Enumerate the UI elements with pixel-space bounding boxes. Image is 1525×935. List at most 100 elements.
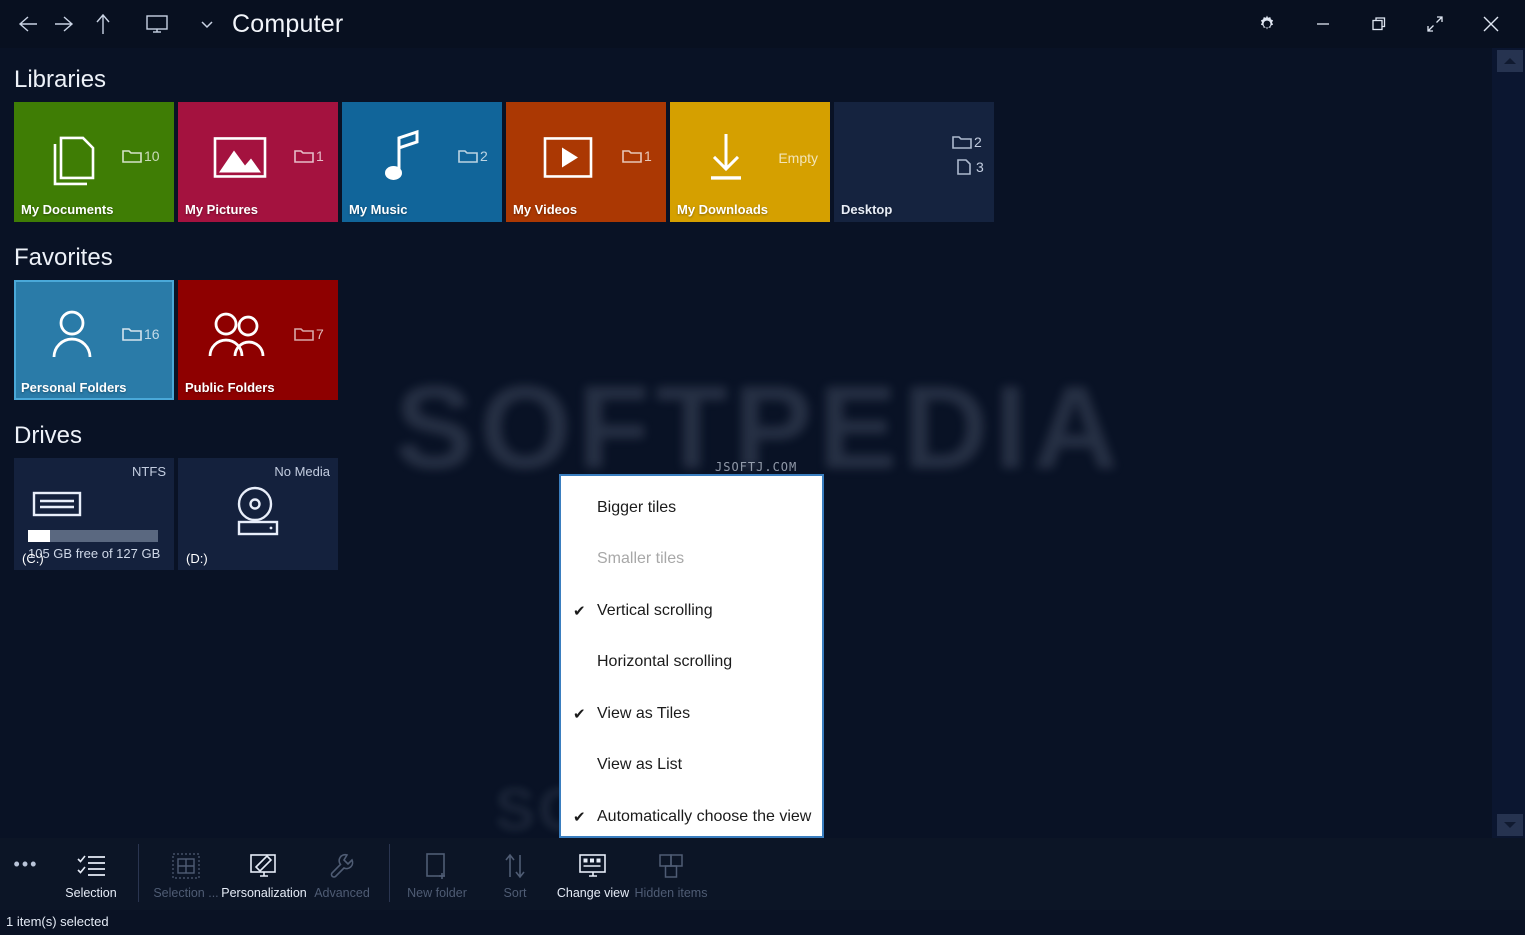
checkmark-icon: ✔	[573, 808, 586, 826]
tile-label: Public Folders	[185, 380, 275, 395]
music-icon	[381, 128, 427, 191]
documents-icon	[49, 128, 103, 191]
gear-icon[interactable]	[1239, 0, 1295, 48]
folder-count: 1	[644, 148, 652, 164]
tile-my-documents[interactable]: 10 My Documents	[14, 102, 174, 222]
toolbar-button-selection[interactable]: Selection	[52, 838, 130, 910]
tile-label: My Downloads	[677, 202, 769, 217]
libraries-heading: Libraries	[14, 66, 107, 93]
cddrive-icon	[230, 484, 288, 547]
tile-my-pictures[interactable]: 1 My Pictures	[178, 102, 338, 222]
change-view-context-menu: Bigger tiles Smaller tiles ✔ Vertical sc…	[559, 474, 824, 838]
menu-item-label: View as List	[597, 756, 683, 774]
checkmark-icon: ✔	[573, 602, 586, 620]
minimize-icon[interactable]	[1295, 0, 1351, 48]
folder-count: 1	[316, 148, 324, 164]
folder-count-badge: 10	[122, 148, 160, 164]
tile-my-videos[interactable]: 1 My Videos	[506, 102, 666, 222]
folder-count: 10	[144, 148, 160, 164]
checklist-icon	[76, 848, 106, 884]
tile-personal-folders[interactable]: 16 Personal Folders	[14, 280, 174, 400]
tile-public-folders[interactable]: 7 Public Folders	[178, 280, 338, 400]
drive-tile-d[interactable]: No Media (D:)	[178, 458, 338, 570]
menu-item-label: Bigger tiles	[597, 498, 677, 516]
toolbar-button-label: Sort	[503, 886, 527, 900]
tile-label: Personal Folders	[21, 380, 127, 395]
toolbar-button-hidden-items[interactable]: Hidden items	[632, 838, 710, 910]
tile-desktop[interactable]: 2 3 Desktop	[834, 102, 994, 222]
toolbar-items: ••• Selection Selection ... Personalizat…	[0, 838, 710, 910]
close-icon[interactable]	[1463, 0, 1519, 48]
sort-arrows-icon	[502, 848, 528, 884]
file-count-badge: 3	[956, 158, 984, 176]
up-arrow-icon[interactable]	[84, 1, 122, 47]
toolbar-button-sort[interactable]: Sort	[476, 838, 554, 910]
menu-item-label: Vertical scrolling	[597, 601, 713, 619]
menu-item-view-as-list[interactable]: View as List	[561, 740, 822, 792]
wrench-icon	[328, 848, 356, 884]
scroll-down-icon[interactable]	[1497, 814, 1523, 836]
fullscreen-icon[interactable]	[1407, 0, 1463, 48]
menu-item-label: View as Tiles	[597, 704, 691, 722]
restore-icon[interactable]	[1351, 0, 1407, 48]
drive-status: No Media	[274, 464, 330, 479]
tile-my-music[interactable]: 2 My Music	[342, 102, 502, 222]
tile-label: My Videos	[513, 202, 578, 217]
title-bar: Computer	[0, 0, 1525, 48]
tile-label: Desktop	[841, 202, 893, 217]
tile-my-downloads[interactable]: Empty My Downloads	[670, 102, 830, 222]
drive-letter: (D:)	[186, 551, 208, 566]
toolbar-button-label: Selection ...	[153, 886, 219, 900]
monitor-icon[interactable]	[138, 1, 176, 47]
checkmark-icon: ✔	[573, 705, 586, 723]
folder-count-badge: 16	[122, 326, 160, 342]
drives-heading: Drives	[14, 422, 83, 449]
menu-item-horizontal-scrolling[interactable]: Horizontal scrolling	[561, 637, 822, 689]
more-dots-icon[interactable]: •••	[0, 838, 52, 910]
status-text: 1 item(s) selected	[6, 914, 109, 929]
toolbar-button-personalization[interactable]: Personalization	[221, 838, 307, 910]
menu-item-label: Automatically choose the view	[597, 807, 812, 825]
toolbar-button-change-view[interactable]: Change view	[554, 838, 632, 910]
download-icon	[703, 128, 749, 191]
drive-tile-c[interactable]: NTFS 105 GB free of 127 GB (C:)	[14, 458, 174, 570]
drive-usage-bar	[28, 530, 158, 542]
user-icon	[48, 307, 96, 368]
menu-item-label: Horizontal scrolling	[597, 653, 733, 671]
scroll-up-icon[interactable]	[1497, 50, 1523, 72]
toolbar-button-label: New folder	[407, 886, 467, 900]
new-folder-icon	[423, 848, 451, 884]
status-bar: 1 item(s) selected	[0, 910, 1525, 935]
toolbar-button-label: Selection	[65, 886, 117, 900]
change-view-icon	[577, 848, 609, 884]
monitor-brush-icon	[248, 848, 280, 884]
favorites-tile-row: 16 Personal Folders 7 Public Folders	[14, 280, 1490, 400]
file-count: 3	[976, 159, 984, 175]
menu-item-smaller-tiles[interactable]: Smaller tiles	[561, 534, 822, 586]
toolbar-button-selection-more[interactable]: Selection ...	[147, 838, 225, 910]
empty-label: Empty	[778, 150, 818, 166]
back-arrow-icon[interactable]	[8, 1, 46, 47]
menu-item-view-as-tiles[interactable]: ✔ View as Tiles	[561, 688, 822, 740]
folder-count: 2	[480, 148, 488, 164]
harddrive-icon	[32, 490, 84, 525]
select-grid-icon	[171, 848, 201, 884]
drive-letter: (C:)	[22, 551, 44, 566]
video-icon	[542, 134, 594, 185]
tile-label: My Music	[349, 202, 408, 217]
vertical-scrollbar[interactable]	[1492, 48, 1525, 838]
menu-item-vertical-scrolling[interactable]: ✔ Vertical scrolling	[561, 585, 822, 637]
forward-arrow-icon[interactable]	[46, 1, 84, 47]
libraries-tile-row: 10 My Documents 1 My Pictures 2 My Music…	[14, 102, 1490, 222]
toolbar-button-advanced[interactable]: Advanced	[303, 838, 381, 910]
file-manager-window: SOFTPEDIA SOFT JSOFTJ.COM JSOFTJ.COM JSO…	[0, 0, 1525, 935]
chevron-down-icon[interactable]	[188, 1, 226, 47]
hidden-items-icon	[657, 848, 685, 884]
toolbar-separator	[138, 844, 139, 902]
pictures-icon	[212, 134, 268, 185]
menu-item-automatically-choose-view[interactable]: ✔ Automatically choose the view	[561, 791, 822, 843]
menu-item-bigger-tiles[interactable]: Bigger tiles	[561, 482, 822, 534]
folder-count: 2	[974, 134, 982, 150]
toolbar-button-new-folder[interactable]: New folder	[398, 838, 476, 910]
folder-count-badge: 7	[294, 326, 324, 342]
